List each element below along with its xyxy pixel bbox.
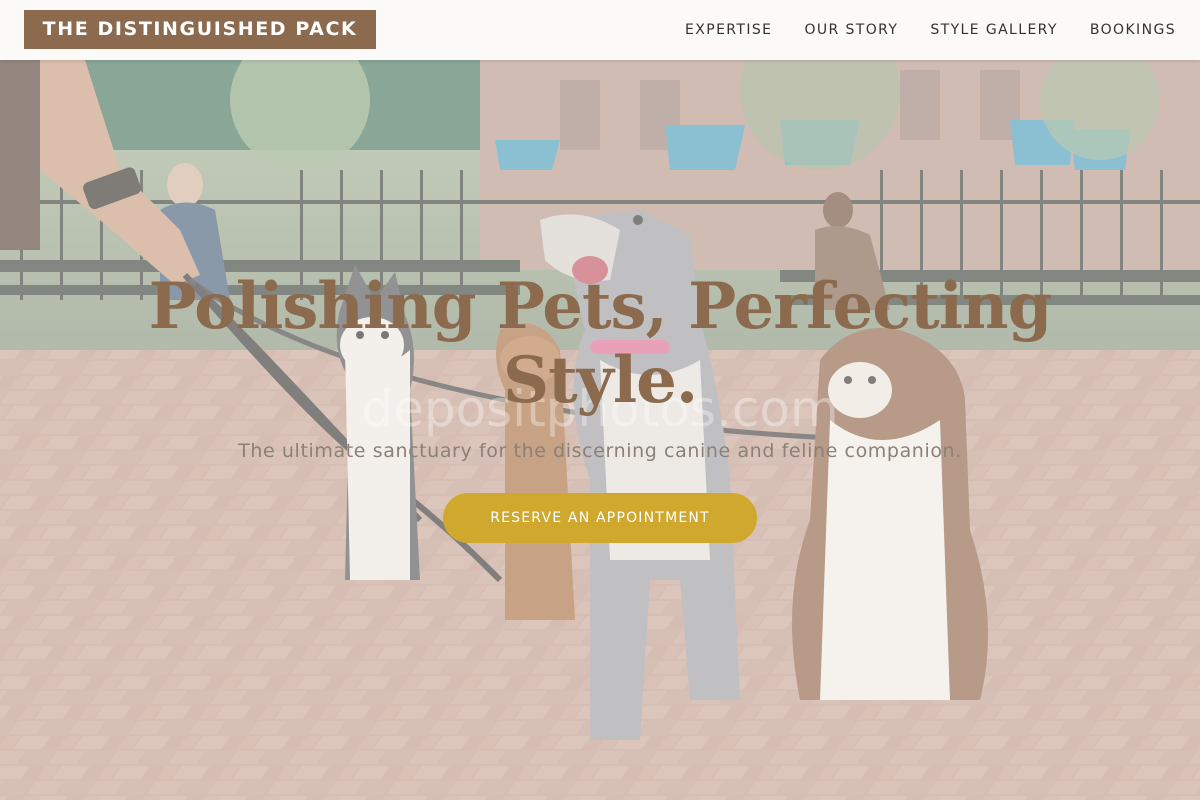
reserve-appointment-button[interactable]: RESERVE AN APPOINTMENT: [443, 493, 757, 543]
main-nav: EXPERTISE OUR STORY STYLE GALLERY BOOKIN…: [685, 0, 1176, 60]
brand-logo[interactable]: THE DISTINGUISHED PACK: [24, 10, 376, 49]
hero-subtitle: The ultimate sanctuary for the discernin…: [238, 440, 962, 462]
hero-title: Polishing Pets, Perfecting Style.: [148, 269, 1053, 418]
nav-item-expertise[interactable]: EXPERTISE: [685, 22, 772, 38]
nav-item-bookings[interactable]: BOOKINGS: [1090, 22, 1176, 38]
nav-item-style-gallery[interactable]: STYLE GALLERY: [930, 22, 1058, 38]
nav-item-our-story[interactable]: OUR STORY: [804, 22, 898, 38]
site-header: THE DISTINGUISHED PACK EXPERTISE OUR STO…: [0, 0, 1200, 60]
landing-page: THE DISTINGUISHED PACK EXPERTISE OUR STO…: [0, 0, 1200, 800]
